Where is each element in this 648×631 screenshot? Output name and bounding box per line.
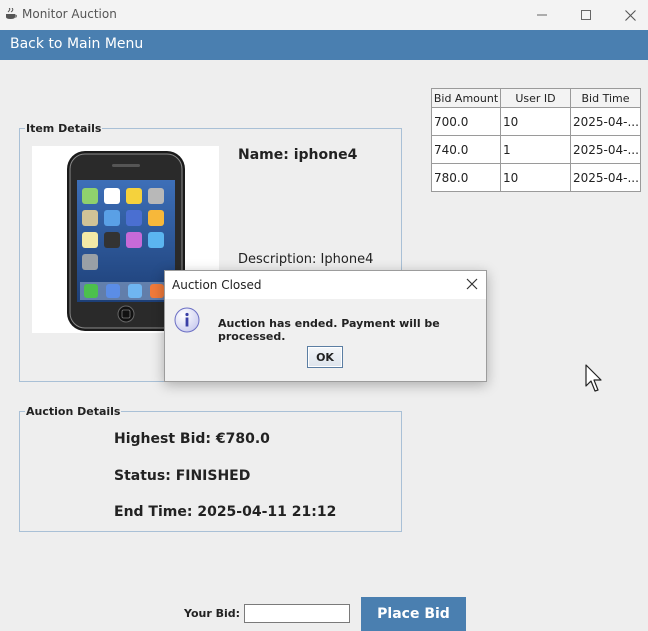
- bids-table: Bid Amount User ID Bid Time 700.0 10 202…: [431, 88, 641, 192]
- minimize-button[interactable]: [520, 0, 564, 30]
- maximize-icon: [581, 10, 591, 20]
- minimize-icon: [537, 14, 547, 16]
- window-titlebar: Monitor Auction: [0, 0, 648, 31]
- item-description: Description: Iphone4: [238, 252, 374, 267]
- table-row[interactable]: 780.0 10 2025-04-...: [431, 163, 641, 192]
- table-header-row: Bid Amount User ID Bid Time: [431, 88, 641, 108]
- table-cell[interactable]: 2025-04-...: [570, 135, 641, 164]
- java-app-icon: [6, 8, 17, 19]
- table-cell[interactable]: 2025-04-...: [570, 107, 641, 136]
- mouse-cursor-icon: [585, 364, 602, 392]
- end-time-label: End Time: 2025-04-11 21:12: [114, 504, 337, 520]
- table-cell[interactable]: 2025-04-...: [570, 163, 641, 192]
- window-title: Monitor Auction: [22, 7, 117, 21]
- back-to-main-menu-button[interactable]: Back to Main Menu: [10, 36, 143, 52]
- close-icon[interactable]: [466, 278, 478, 290]
- table-cell[interactable]: 780.0: [431, 163, 501, 192]
- table-cell[interactable]: 10: [500, 107, 571, 136]
- close-icon: [624, 9, 636, 21]
- info-icon: [174, 307, 200, 333]
- table-cell[interactable]: 740.0: [431, 135, 501, 164]
- window-close-button[interactable]: [608, 0, 648, 30]
- column-header-user-id[interactable]: User ID: [500, 88, 571, 108]
- dialog-message: Auction has ended. Payment will be proce…: [218, 317, 440, 343]
- table-row[interactable]: 700.0 10 2025-04-...: [431, 107, 641, 136]
- column-header-bid-amount[interactable]: Bid Amount: [431, 88, 501, 108]
- table-cell[interactable]: 10: [500, 163, 571, 192]
- dialog-title: Auction Closed: [172, 278, 262, 292]
- item-name: Name: iphone4: [238, 147, 358, 163]
- item-details-legend: Item Details: [26, 122, 102, 135]
- maximize-button[interactable]: [564, 0, 608, 30]
- dialog-titlebar: Auction Closed: [165, 271, 486, 299]
- table-cell[interactable]: 700.0: [431, 107, 501, 136]
- column-header-bid-time[interactable]: Bid Time: [570, 88, 641, 108]
- your-bid-label: Your Bid:: [184, 607, 241, 620]
- table-cell[interactable]: 1: [500, 135, 571, 164]
- bid-amount-input[interactable]: [244, 604, 350, 623]
- auction-closed-dialog: Auction Closed Auction has ended. Paymen…: [164, 270, 487, 382]
- highest-bid-label: Highest Bid: €780.0: [114, 431, 270, 447]
- table-row[interactable]: 740.0 1 2025-04-...: [431, 135, 641, 164]
- auction-details-legend: Auction Details: [26, 405, 121, 418]
- menu-bar: Back to Main Menu: [0, 30, 648, 60]
- status-label: Status: FINISHED: [114, 468, 251, 484]
- ok-button[interactable]: OK: [307, 346, 343, 368]
- place-bid-button[interactable]: Place Bid: [361, 597, 466, 631]
